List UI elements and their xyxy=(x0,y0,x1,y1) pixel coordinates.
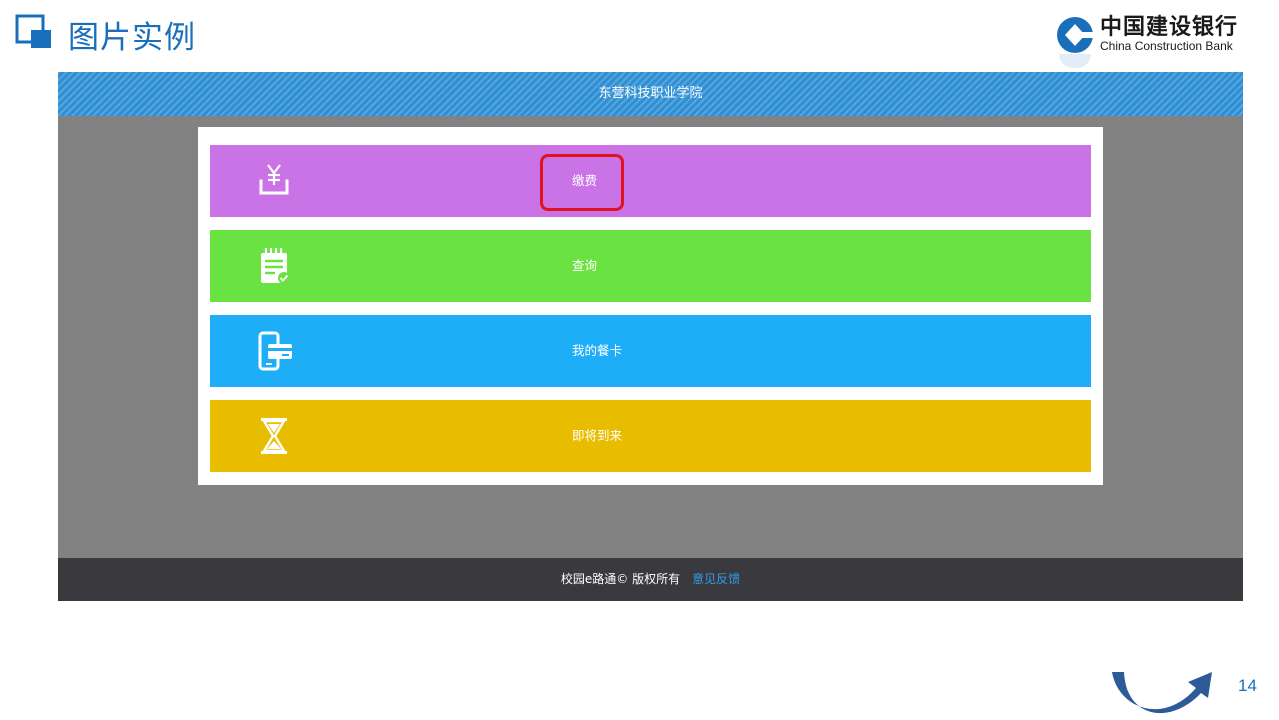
logo-name-en: China Construction Bank xyxy=(1100,39,1233,53)
slide-title: 图片实例 xyxy=(68,20,196,56)
logo-reflection xyxy=(1059,54,1091,68)
highlight-box xyxy=(540,154,624,211)
title-square-icon xyxy=(15,14,51,48)
phone-card-icon xyxy=(258,331,292,371)
ccb-logo-icon xyxy=(1057,17,1093,53)
hourglass-icon xyxy=(261,418,287,454)
query-tile[interactable]: 查询 xyxy=(210,230,1091,302)
tile-label-coming-soon: 即将到来 xyxy=(572,428,623,443)
copyright-text: 校园e路通© 版权所有 xyxy=(560,572,681,586)
yuan-download-icon xyxy=(259,164,289,195)
tile-label-meal-card: 我的餐卡 xyxy=(572,343,623,358)
tile-label-query: 查询 xyxy=(572,258,598,273)
app-screen: 东营科技职业学院 缴费 查询 我的餐卡 即将到来 校园e路通© 版权所有 意见反… xyxy=(58,72,1243,601)
logo-name-cn: 中国建设银行 xyxy=(1100,15,1239,40)
app-footer: 校园e路通© 版权所有 意见反馈 xyxy=(58,558,1243,601)
page-number: 14 xyxy=(1238,676,1257,695)
menu-panel: 缴费 查询 我的餐卡 即将到来 xyxy=(198,127,1103,485)
feedback-link[interactable]: 意见反馈 xyxy=(692,572,740,586)
ccb-logo: 中国建设银行 China Construction Bank xyxy=(1056,14,1266,70)
pay-fee-tile[interactable]: 缴费 xyxy=(210,145,1091,217)
app-header: 东营科技职业学院 xyxy=(58,72,1243,116)
next-arrow-icon[interactable] xyxy=(1108,668,1218,718)
meal-card-tile[interactable]: 我的餐卡 xyxy=(210,315,1091,387)
coming-soon-tile[interactable]: 即将到来 xyxy=(210,400,1091,472)
clipboard-check-icon xyxy=(261,248,290,284)
